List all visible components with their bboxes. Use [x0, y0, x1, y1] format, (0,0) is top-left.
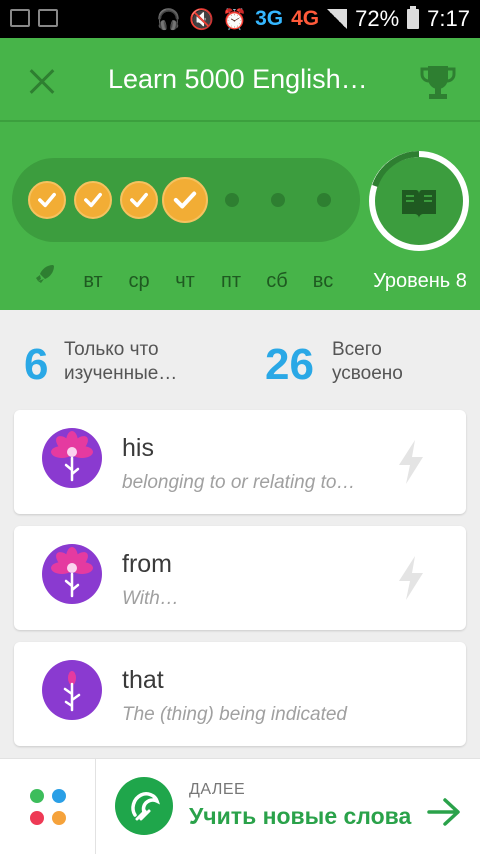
arrow-right-icon: [427, 798, 460, 826]
day-completed-check-icon: [120, 181, 158, 219]
cast-notification-icon: [38, 9, 58, 27]
clock: 7:17: [427, 6, 470, 31]
next-label: ДАЛЕЕ: [189, 781, 246, 798]
headphones-icon: 🎧: [156, 8, 182, 31]
battery-percent: 72%: [355, 6, 400, 31]
blooming-flower-icon: [42, 428, 102, 488]
day-label: ср: [128, 270, 150, 292]
total-learned-count: 26: [265, 340, 314, 389]
status-bar: 🎧 🔇 ⏰ 3G 4G 72% 7:17: [0, 0, 480, 38]
level-label: Уровень 8: [373, 270, 467, 292]
toolbar: Learn 5000 English…: [0, 38, 480, 122]
word-text: that: [122, 666, 164, 694]
rocket-icon: [36, 265, 54, 283]
day-completed-check-icon: [28, 181, 66, 219]
word-definition: The (thing) being indicated: [122, 704, 347, 725]
day-label: вт: [83, 270, 103, 292]
day-label: пт: [221, 270, 241, 292]
modes-menu-button[interactable]: [0, 759, 96, 854]
network-3g-indicator: 3G: [255, 7, 284, 30]
green-dot-icon: [30, 789, 44, 803]
word-card[interactable]: that The (thing) being indicated: [14, 642, 466, 746]
today-check-icon: [162, 177, 208, 223]
day-label: сб: [266, 270, 288, 292]
recent-learned-label-line2: изученные…: [64, 363, 178, 384]
day-pending-dot: [225, 193, 239, 207]
mute-icon: 🔇: [189, 8, 215, 31]
total-learned-label-line2: усвоено: [332, 363, 403, 384]
sprout-icon: [42, 660, 102, 720]
close-button[interactable]: [20, 60, 64, 104]
day-completed-check-icon: [74, 181, 112, 219]
total-learned-label-line1: Всего: [332, 339, 382, 360]
day-label: чт: [175, 270, 195, 292]
word-definition: belonging to or relating to…: [122, 472, 356, 493]
trophy-icon[interactable]: [418, 62, 458, 102]
plant-seed-icon: [115, 777, 173, 835]
total-learned-label: Всего усвоено: [332, 338, 403, 386]
day-label: вс: [312, 270, 334, 292]
bottom-bar: ДАЛЕЕ Учить новые слова: [0, 758, 480, 854]
network-4g-indicator: 4G: [291, 7, 320, 30]
alarm-icon: ⏰: [222, 8, 248, 31]
battery-icon: [407, 6, 420, 29]
orange-dot-icon: [52, 811, 66, 825]
signal-icon: [327, 9, 348, 29]
image-notification-icon: [10, 9, 30, 27]
word-text: his: [122, 434, 154, 462]
word-definition: With…: [122, 588, 179, 609]
book-icon: [402, 190, 436, 218]
blooming-flower-icon: [42, 544, 102, 604]
next-title: Учить новые слова: [189, 803, 412, 829]
course-title: Learn 5000 English…: [108, 64, 368, 94]
recent-learned-label: Только что изученные…: [64, 338, 177, 386]
day-pending-dot: [271, 193, 285, 207]
course-header: Learn 5000 English… вт ср чт пт сб вс Ур…: [0, 38, 480, 310]
recent-learned-count: 6: [24, 340, 49, 389]
weekly-streak: [12, 158, 360, 242]
word-card[interactable]: from With…: [14, 526, 466, 630]
lightning-icon[interactable]: [394, 554, 428, 602]
blue-dot-icon: [52, 789, 66, 803]
learn-new-words-button[interactable]: ДАЛЕЕ Учить новые слова: [97, 759, 480, 854]
day-pending-dot: [317, 193, 331, 207]
word-card[interactable]: his belonging to or relating to…: [14, 410, 466, 514]
red-dot-icon: [30, 811, 44, 825]
lightning-icon[interactable]: [394, 438, 428, 486]
word-text: from: [122, 550, 172, 578]
recent-learned-label-line1: Только что: [64, 339, 159, 360]
